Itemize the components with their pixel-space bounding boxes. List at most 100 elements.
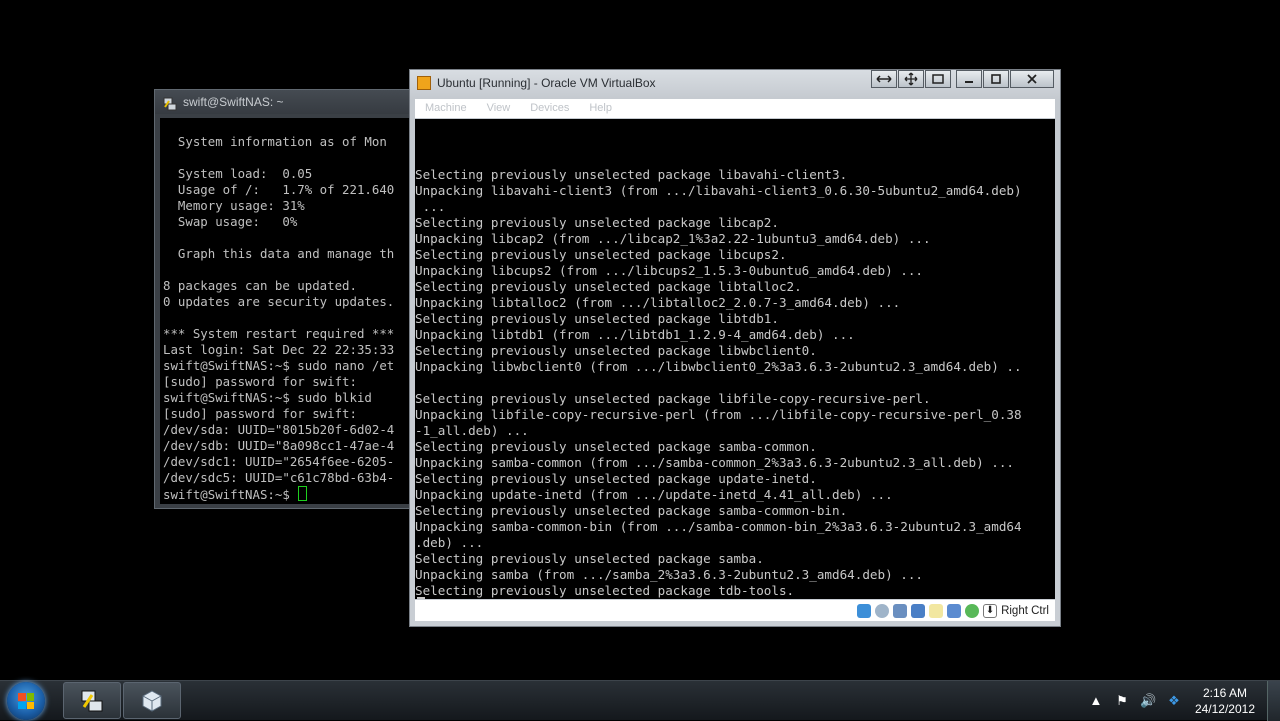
console-line: Unpacking libtalloc2 (from .../libtalloc… [415, 295, 901, 310]
show-hidden-icons-icon[interactable]: ▲ [1088, 693, 1104, 709]
resize-arrows-icon [876, 75, 892, 83]
menu-devices[interactable]: Devices [520, 99, 579, 118]
dropbox-icon[interactable]: ❖ [1166, 693, 1182, 709]
menu-view[interactable]: View [477, 99, 521, 118]
move-arrows-icon [904, 72, 918, 86]
console-line: Unpacking libwbclient0 (from .../libwbcl… [415, 359, 1022, 374]
disk-icon[interactable] [857, 603, 872, 618]
menu-machine[interactable]: Machine [415, 99, 477, 118]
virtualbox-icon [417, 76, 431, 90]
putty-terminal-line [160, 118, 418, 134]
console-cursor [417, 597, 425, 599]
putty-terminal-line [160, 310, 418, 326]
console-line: Selecting previously unselected package … [415, 215, 779, 230]
fullscreen-icon [932, 74, 944, 84]
console-line: Unpacking libtdb1 (from .../libtdb1_1.2.… [415, 327, 855, 342]
putty-prompt: swift@SwiftNAS:~$ [163, 487, 298, 502]
putty-terminal-line: /dev/sdc5: UUID="c61c78bd-63b4- [163, 470, 395, 485]
console-line: Unpacking libcap2 (from .../libcap2_1%3a… [415, 231, 931, 246]
vbox-fullscreen-button[interactable] [925, 70, 951, 88]
console-line: Unpacking samba-common (from .../samba-c… [415, 455, 1014, 470]
putty-terminal[interactable]: System information as of Mon System load… [160, 118, 418, 504]
putty-title: swift@SwiftNAS: ~ [183, 95, 284, 109]
vbox-seamless-button[interactable] [898, 70, 924, 88]
putty-terminal-line [160, 262, 418, 278]
clock-date: 24/12/2012 [1194, 702, 1255, 716]
system-tray: ▲ ⚑ 🔊 ❖ 2:16 AM 24/12/2012 [1083, 681, 1280, 721]
console-line: ... [415, 199, 446, 214]
console-line: .deb) ... [415, 535, 484, 550]
console-line: Selecting previously unselected package … [415, 279, 802, 294]
putty-terminal-line [160, 230, 418, 246]
volume-icon[interactable]: 🔊 [1140, 693, 1156, 709]
taskbar: ▲ ⚑ 🔊 ❖ 2:16 AM 24/12/2012 [0, 680, 1280, 721]
putty-window[interactable]: swift@SwiftNAS: ~ System information as … [154, 89, 424, 509]
putty-prompt-line: swift@SwiftNAS:~$ [160, 486, 418, 502]
display-icon[interactable] [947, 603, 962, 618]
action-center-icon[interactable]: ⚑ [1114, 693, 1130, 709]
close-button[interactable] [1010, 70, 1054, 88]
network-icon[interactable] [911, 603, 926, 618]
putty-terminal-line: Graph this data and manage th [163, 246, 395, 261]
clock[interactable]: 2:16 AM 24/12/2012 [1195, 685, 1255, 717]
console-line: Unpacking libfile-copy-recursive-perl (f… [415, 407, 1022, 422]
taskbar-putty-button[interactable] [63, 682, 121, 719]
console-line: Selecting previously unselected package … [415, 311, 779, 326]
putty-terminal-line: swift@SwiftNAS:~$ sudo nano /et [163, 358, 395, 373]
putty-terminal-line: System information as of Mon [163, 134, 387, 149]
console-line: Selecting previously unselected package … [415, 247, 787, 262]
putty-terminal-line: Usage of /: 1.7% of 221.640 [163, 182, 395, 197]
putty-terminal-line: *** System restart required *** [163, 326, 395, 341]
vbox-title: Ubuntu [Running] - Oracle VM VirtualBox [437, 76, 656, 90]
vbox-statusbar: ⬇ Right Ctrl [415, 600, 1055, 621]
vbox-menubar: Machine View Devices Help [415, 99, 1055, 118]
putty-icon [81, 690, 103, 711]
vbox-autoresize-button[interactable] [871, 70, 897, 88]
putty-titlebar[interactable]: swift@SwiftNAS: ~ [155, 90, 423, 114]
console-line: Unpacking update-inetd (from .../update-… [415, 487, 893, 502]
putty-terminal-line: 0 updates are security updates. [163, 294, 395, 309]
putty-icon [163, 95, 177, 111]
taskbar-virtualbox-button[interactable] [123, 682, 181, 719]
maximize-icon [991, 74, 1001, 84]
mouse-integration-icon[interactable] [965, 603, 980, 618]
console-line: Unpacking libavahi-client3 (from .../lib… [415, 183, 1022, 198]
show-desktop-button[interactable] [1267, 681, 1280, 721]
console-line: Selecting previously unselected package … [415, 503, 848, 518]
putty-terminal-line: System load: 0.05 [163, 166, 313, 181]
putty-terminal-line: /dev/sdb: UUID="8a098cc1-47ae-4 [163, 438, 395, 453]
maximize-button[interactable] [983, 70, 1009, 88]
menu-help[interactable]: Help [579, 99, 622, 118]
usb-icon[interactable] [893, 603, 908, 618]
host-key-arrow-icon: ⬇ [983, 603, 998, 618]
minimize-button[interactable] [956, 70, 982, 88]
console-line: Unpacking libcups2 (from .../libcups2_1.… [415, 263, 923, 278]
putty-terminal-line: swift@SwiftNAS:~$ sudo blkid [163, 390, 372, 405]
windows-logo-icon [18, 693, 34, 709]
putty-terminal-line: /dev/sda: UUID="8015b20f-6d02-4 [163, 422, 395, 437]
virtualbox-icon [142, 689, 162, 712]
console-line: Selecting previously unselected package … [415, 167, 848, 182]
minimize-icon [965, 81, 973, 83]
console-line: Selecting previously unselected package … [415, 343, 817, 358]
start-button[interactable] [7, 682, 45, 720]
virtualbox-window[interactable]: Ubuntu [Running] - Oracle VM VirtualBox … [409, 69, 1061, 627]
cd-icon[interactable] [875, 603, 890, 618]
console-line: Selecting previously unselected package … [415, 551, 764, 566]
console-line: -1_all.deb) ... [415, 423, 529, 438]
putty-terminal-line: [sudo] password for swift: [163, 406, 357, 421]
putty-terminal-line: [sudo] password for swift: [163, 374, 357, 389]
putty-terminal-line: /dev/sdc1: UUID="2654f6ee-6205- [163, 454, 395, 469]
console-line: Unpacking samba-common-bin (from .../sam… [415, 519, 1022, 534]
host-key-label[interactable]: Right Ctrl [1001, 605, 1049, 617]
clock-time: 2:16 AM [1202, 686, 1247, 700]
putty-terminal-line: Memory usage: 31% [163, 198, 305, 213]
console-line: Selecting previously unselected package … [415, 583, 795, 598]
vm-console[interactable]: Selecting previously unselected package … [415, 119, 1055, 599]
putty-cursor [298, 486, 308, 501]
putty-terminal-line [160, 150, 418, 166]
putty-terminal-line: 8 packages can be updated. [163, 278, 357, 293]
shared-folder-icon[interactable] [929, 603, 944, 618]
console-line: Selecting previously unselected package … [415, 439, 817, 454]
